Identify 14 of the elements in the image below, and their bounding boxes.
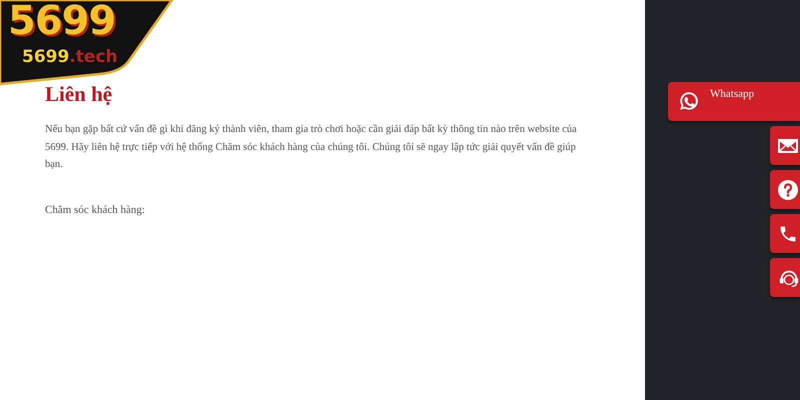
whatsapp-button[interactable]: Whatsapp [668,82,800,121]
page-title: Liên hệ [45,82,114,107]
intro-paragraph: Nếu bạn gặp bất cứ vấn đề gì khi đăng ký thành viên, tham gia trò chơi hoặc cần giải đáp bất kỳ thông tin nào trên website của 5699. Hãy liên hệ trực tiếp với hệ thống Chăm sóc khách hàng của chúng tôi. Chúng tôi sẽ ngay lập tức giải quyết vấn đề giúp bạn. [45,123,578,172]
help-icon [778,180,798,200]
help-button[interactable] [770,170,800,209]
phone-button[interactable] [770,214,800,253]
envelope-icon [778,138,798,152]
phone-icon [778,224,798,244]
chat-phone-icon [678,90,700,112]
logo-text: 5699 [8,0,116,44]
support-button[interactable] [770,258,800,297]
support-label: Chăm sóc khách hàng: [45,204,146,216]
domain-text: 5699.tech [22,47,118,67]
mail-button[interactable] [770,126,800,165]
